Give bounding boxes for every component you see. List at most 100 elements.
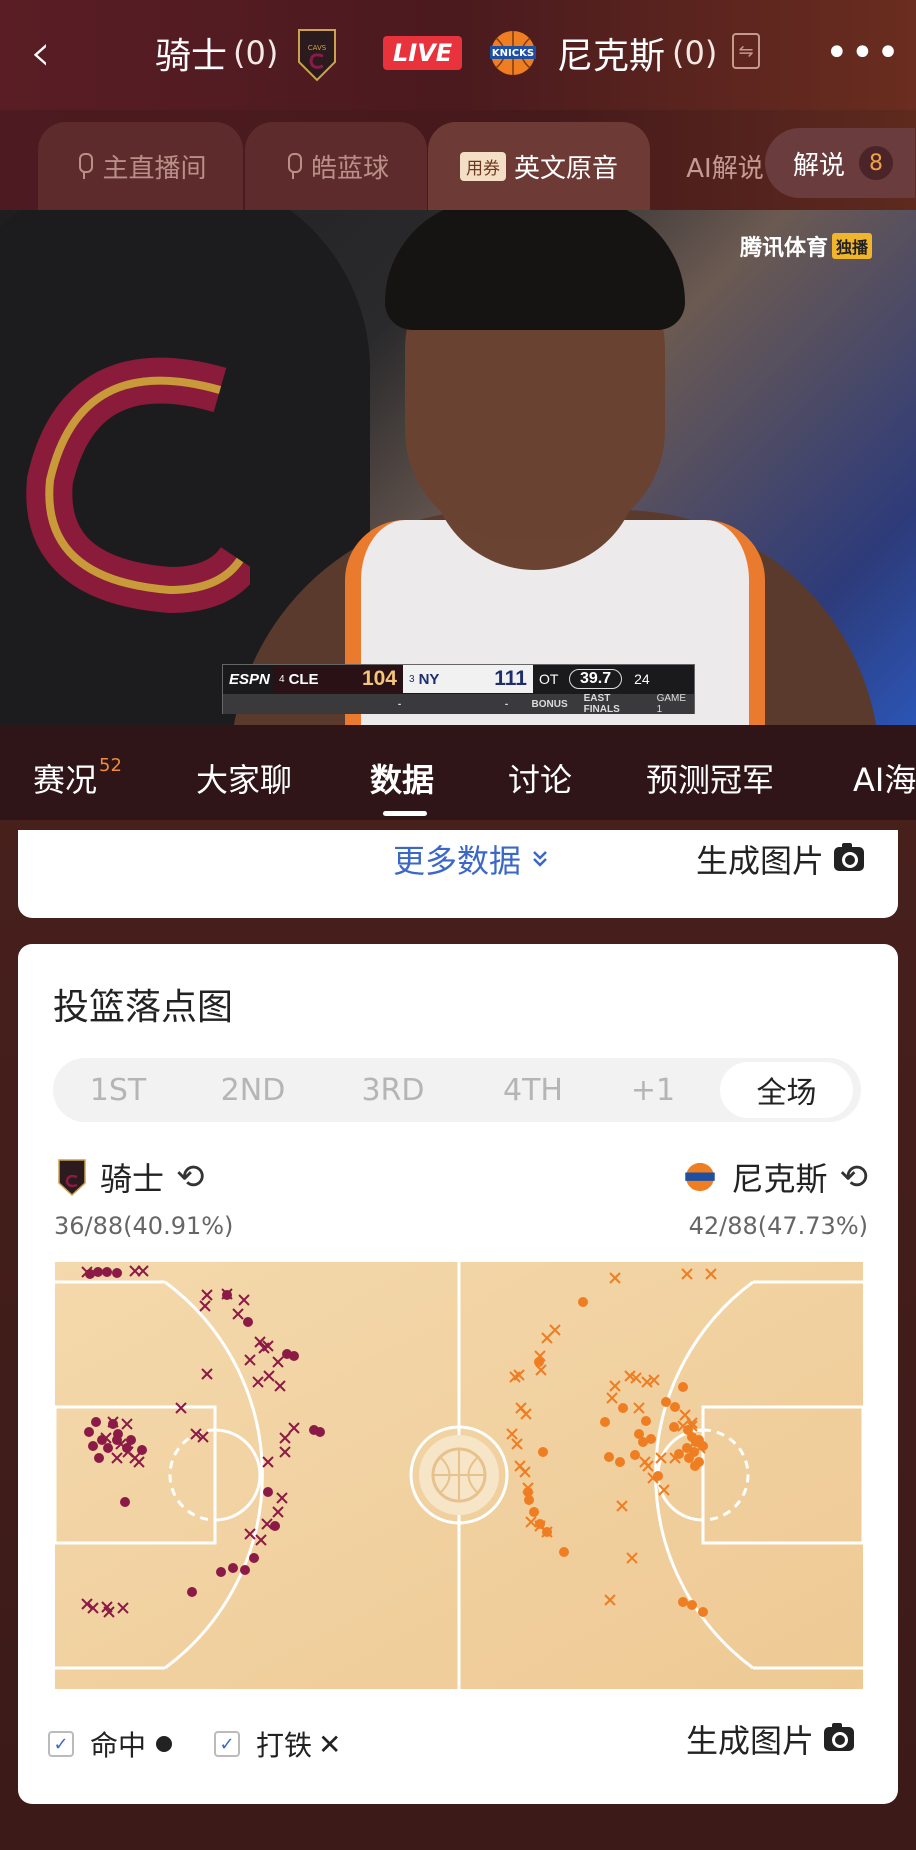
made-shot-marker (315, 1427, 325, 1437)
period-2nd[interactable]: 2ND (183, 1058, 323, 1122)
made-shot-marker (615, 1457, 625, 1467)
channel-label: 主直播间 (102, 153, 207, 184)
home-abbr: CLE (288, 670, 319, 688)
made-shot-marker (91, 1417, 101, 1427)
exclusive-tag: 独播 (832, 233, 873, 259)
home-fouls: - (397, 698, 402, 710)
away-team-name: 尼克斯 (557, 36, 666, 77)
made-shot-marker (228, 1563, 238, 1573)
generate-image-button[interactable]: 生成图片 (696, 836, 865, 882)
made-shot-marker (600, 1417, 610, 1427)
made-shot-marker (249, 1553, 259, 1563)
knicks-logo-icon: KNICKS (484, 28, 542, 78)
home-fg-stat: 36/88(40.91%) (54, 1212, 234, 1240)
checkbox-missed[interactable]: ✓ (214, 1731, 241, 1757)
more-data-button[interactable]: 更多数据 (393, 836, 549, 882)
scorebug-home: 4 CLE 104 (273, 665, 403, 693)
made-shot-marker (698, 1607, 708, 1617)
period-3rd[interactable]: 3RD (323, 1058, 463, 1122)
content-tabs: 赛况 52 大家聊 数据 讨论 预测冠军 AI海 (0, 725, 916, 820)
jersey-logo (26, 357, 250, 614)
away-team-toggle: 尼克斯 ⟲ (681, 1154, 868, 1200)
generate-image-label: 生成图片 (686, 1722, 815, 1760)
made-shot-marker (638, 1437, 648, 1447)
tab-chat[interactable]: 大家聊 (196, 755, 292, 801)
tv-scorebug: ESPN 4 CLE 104 3 NY 111 OT 39.7 24 - - BONUS… (222, 664, 695, 715)
legend-made[interactable]: ✓ 命中 (48, 1724, 173, 1764)
home-seed: 4 (279, 673, 285, 685)
period-full-game[interactable]: 全场 (720, 1062, 853, 1118)
away-seed: 3 (409, 673, 415, 685)
made-shot-marker (289, 1351, 299, 1361)
made-shot-marker (112, 1268, 122, 1278)
made-shot-marker (641, 1416, 651, 1426)
stats-card: 更多数据 生成图片 (18, 830, 898, 918)
legend-missed-label: 打铁 (256, 1729, 313, 1762)
tab-discussion[interactable]: 讨论 (508, 755, 572, 801)
made-dot-icon (156, 1736, 173, 1752)
tab-badge: 52 (99, 755, 122, 776)
rotate-screen-icon[interactable]: ⇋ (732, 33, 760, 69)
made-shot-marker (670, 1402, 680, 1412)
home-team-label: 骑士 (100, 1160, 165, 1198)
made-shot-marker (678, 1597, 688, 1607)
period: OT (539, 671, 559, 687)
made-shot-marker (538, 1447, 548, 1457)
tab-ai[interactable]: AI海 (853, 755, 916, 801)
back-button[interactable]: ‹ (30, 22, 70, 84)
made-shot-marker (618, 1403, 628, 1413)
svg-text:CAVS: CAVS (308, 44, 327, 52)
more-menu-button[interactable]: ••• (825, 22, 902, 84)
made-shot-marker (263, 1487, 273, 1497)
watermark-text: 腾讯体育 (740, 236, 829, 261)
home-team-name: 骑士 (155, 36, 228, 77)
home-team-toggle: 骑士 ⟲ (56, 1154, 205, 1200)
made-shot-marker (669, 1422, 679, 1432)
made-shot-marker (630, 1450, 640, 1460)
live-badge: LIVE (383, 36, 463, 70)
away-team-label: 尼克斯 (731, 1160, 828, 1198)
channel-label: 皓蓝球 (310, 153, 389, 184)
made-shot-marker (120, 1497, 130, 1507)
made-shot-marker (559, 1547, 569, 1557)
bonus-label: BONUS (531, 698, 568, 710)
made-shot-marker (240, 1565, 250, 1575)
tab-live-status[interactable]: 赛况 52 (33, 755, 122, 801)
game-label: GAME 1 (656, 693, 687, 715)
away-series-score: (0) (672, 34, 718, 72)
made-shot-marker (689, 1447, 699, 1457)
channel-english[interactable]: 用券 英文原音 (428, 122, 650, 210)
period-overtime[interactable]: +1 (603, 1058, 703, 1122)
switch-view-icon[interactable]: ⟲ (176, 1157, 205, 1197)
svg-text:KNICKS: KNICKS (492, 48, 534, 59)
video-hair (385, 210, 685, 330)
made-shot-marker (529, 1507, 539, 1517)
made-shot-marker (103, 1443, 113, 1453)
coupon-badge: 用券 (459, 151, 506, 181)
video-player[interactable]: 腾讯体育 独播 ESPN 4 CLE 104 3 NY 111 OT 39.7 24 -… (0, 210, 916, 725)
channel-main[interactable]: 主直播间 (38, 122, 243, 210)
tab-label: 赛况 (33, 761, 98, 799)
period-4th[interactable]: 4TH (463, 1058, 603, 1122)
made-shot-marker (108, 1419, 118, 1429)
switch-view-icon[interactable]: ⟲ (840, 1157, 869, 1197)
made-shot-marker (84, 1427, 94, 1437)
checkbox-made[interactable]: ✓ (48, 1731, 74, 1757)
channel-hao[interactable]: 皓蓝球 (245, 122, 427, 210)
shot-legend: ✓ 命中 ✓ 打铁 ✕ (48, 1724, 342, 1764)
made-shot-marker (524, 1495, 534, 1505)
made-shot-marker (102, 1267, 112, 1277)
made-shot-marker (678, 1382, 688, 1392)
period-1st[interactable]: 1ST (53, 1058, 183, 1122)
microphone-icon (74, 153, 94, 179)
legend-made-label: 命中 (90, 1729, 147, 1762)
legend-missed[interactable]: ✓ 打铁 ✕ (214, 1724, 342, 1764)
generate-chart-image-button[interactable]: 生成图片 (686, 1716, 855, 1762)
miss-x-icon: ✕ (318, 1727, 342, 1761)
channel-label: 英文原音 (513, 153, 618, 184)
cavaliers-logo-icon: CAVS (295, 26, 339, 82)
tab-data[interactable]: 数据 (370, 755, 434, 801)
tab-predict-champion[interactable]: 预测冠军 (646, 755, 774, 801)
made-shot-marker (661, 1397, 671, 1407)
commentary-button[interactable]: 解说 8 (765, 128, 915, 198)
